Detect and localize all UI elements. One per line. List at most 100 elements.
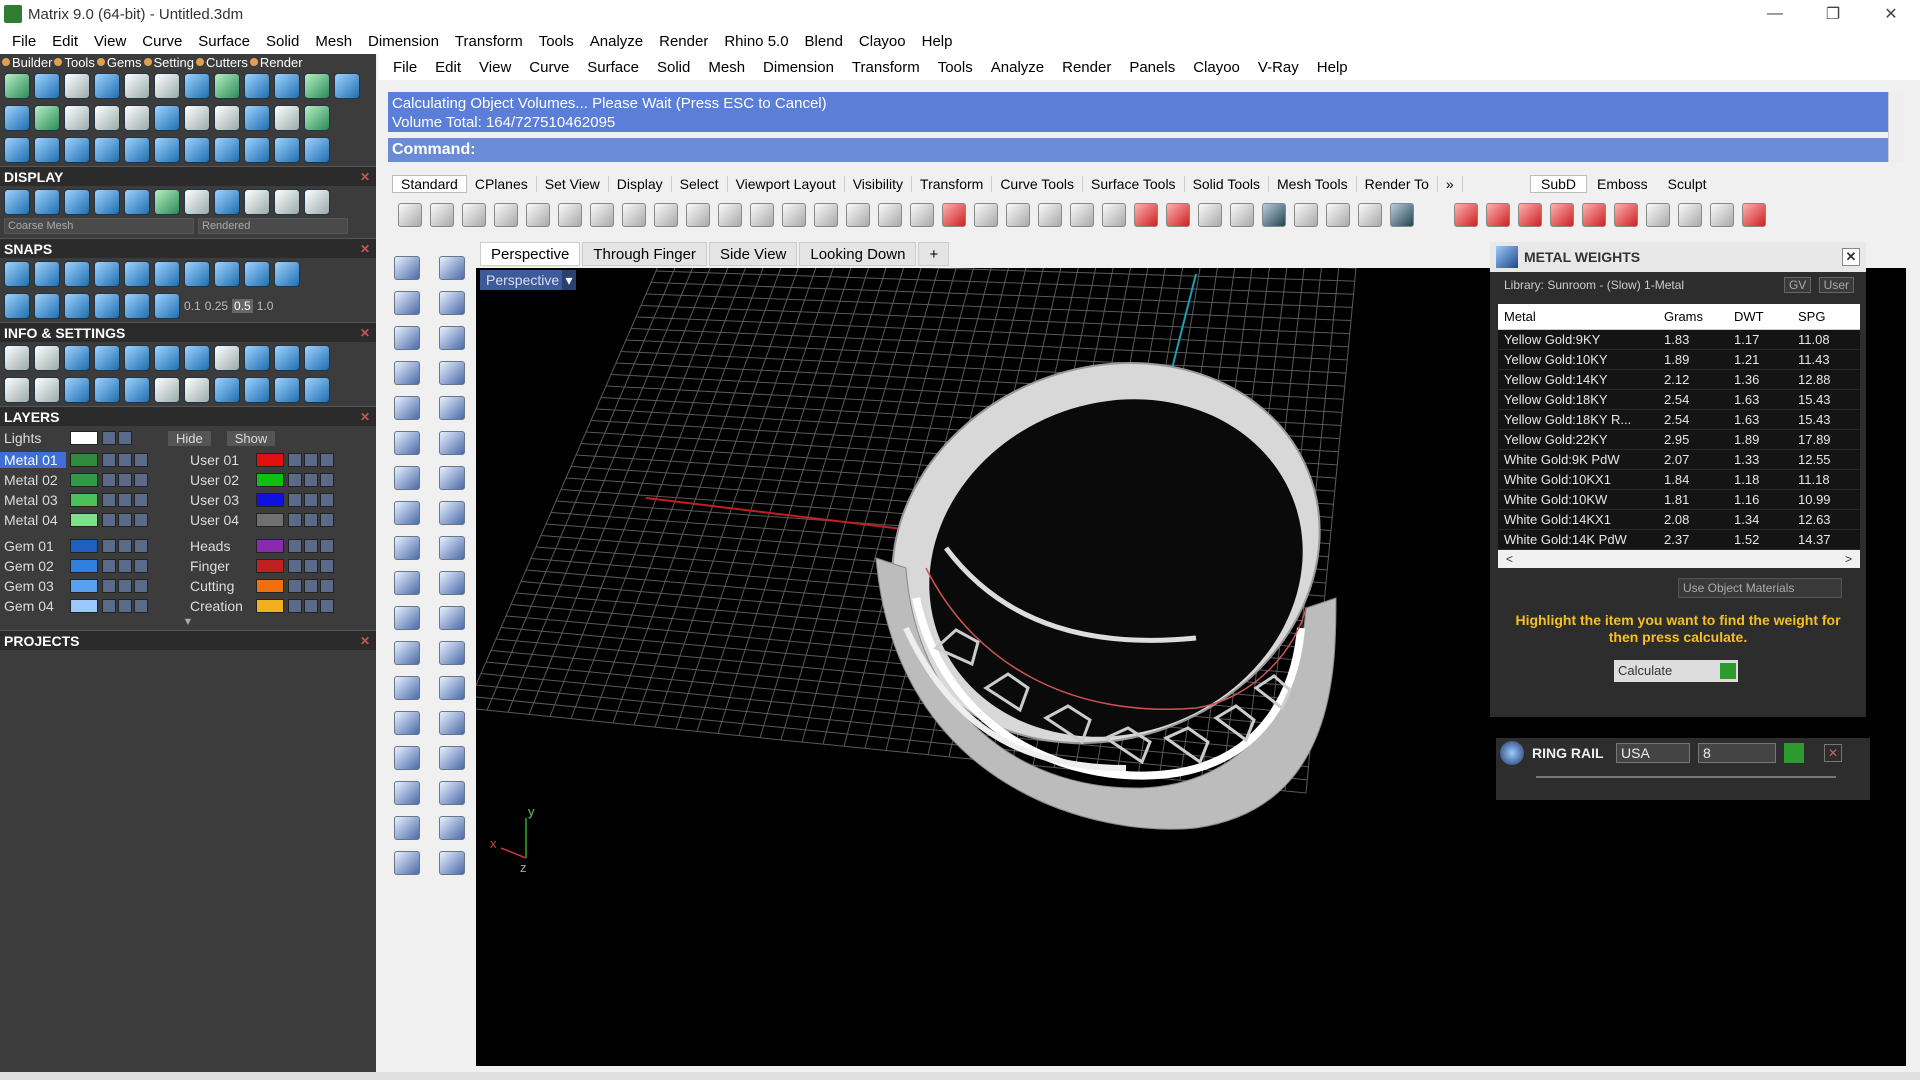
print-toggle-icon[interactable]	[320, 579, 334, 593]
layer-name[interactable]: User 04	[186, 512, 252, 528]
table-row[interactable]: Yellow Gold:22KY 2.95 1.89 17.89	[1498, 430, 1860, 450]
drop-tool-icon[interactable]	[274, 105, 300, 131]
tab-perspective[interactable]: Perspective	[480, 242, 581, 266]
add-viewport-tab[interactable]: +	[918, 242, 950, 266]
layer-row[interactable]: User 02	[186, 470, 372, 490]
table-row[interactable]: Yellow Gold:14KY 2.12 1.36 12.88	[1498, 370, 1860, 390]
cluster-tool-icon[interactable]	[334, 73, 360, 99]
ruler-icon[interactable]	[34, 377, 60, 403]
target-icon[interactable]	[1006, 203, 1030, 227]
center-snap-icon[interactable]	[154, 261, 180, 287]
tab-set-view[interactable]: Set View	[537, 176, 609, 192]
rhino-menu-view[interactable]: View	[470, 59, 520, 76]
blue-sphere-icon[interactable]	[214, 189, 240, 215]
notes-icon[interactable]	[124, 345, 150, 371]
rhino-menu-edit[interactable]: Edit	[426, 59, 470, 76]
layer-color-swatch[interactable]	[256, 579, 284, 593]
menu-tools[interactable]: Tools	[531, 33, 582, 50]
bg-icon[interactable]	[154, 189, 180, 215]
dimension-icon[interactable]	[438, 745, 465, 770]
layer-row[interactable]: User 03	[186, 490, 372, 510]
menu-file[interactable]: File	[4, 33, 44, 50]
bird-icon[interactable]	[974, 203, 998, 227]
rhino-menu-curve[interactable]: Curve	[520, 59, 578, 76]
grid-tool-icon[interactable]	[154, 73, 180, 99]
menu-analyze[interactable]: Analyze	[582, 33, 651, 50]
lock-icon[interactable]	[288, 473, 302, 487]
layer-name[interactable]: Finger	[186, 558, 252, 574]
boolean-tool-icon[interactable]	[244, 137, 270, 163]
subd-settings-icon[interactable]	[1646, 203, 1670, 227]
print-icon[interactable]	[244, 345, 270, 371]
rhino-menu-vray[interactable]: V-Ray	[1249, 59, 1308, 76]
circle-tool-icon[interactable]	[304, 137, 330, 163]
bead-tool-icon[interactable]	[4, 105, 30, 131]
visibility-icon[interactable]	[118, 579, 132, 593]
rhino-menu-panels[interactable]: Panels	[1120, 59, 1184, 76]
silver-sphere-icon[interactable]	[274, 189, 300, 215]
edit-icon[interactable]	[154, 345, 180, 371]
flower-tool-icon[interactable]	[64, 105, 90, 131]
rhino-menu-mesh[interactable]: Mesh	[699, 59, 754, 76]
lock-icon[interactable]	[102, 493, 116, 507]
rhino-menu-tools[interactable]: Tools	[929, 59, 982, 76]
layer-name[interactable]: Gem 03	[0, 578, 66, 594]
layer-name[interactable]: Gem 02	[0, 558, 66, 574]
table-row[interactable]: White Gold:9K PdW 2.07 1.33 12.55	[1498, 450, 1860, 470]
circle-icon[interactable]	[393, 325, 420, 350]
print-toggle-icon[interactable]	[320, 473, 334, 487]
pattern-tool-icon[interactable]	[154, 105, 180, 131]
ring-tool-icon[interactable]	[34, 73, 60, 99]
arrow-tool-icon[interactable]	[94, 73, 120, 99]
lock-icon[interactable]	[288, 539, 302, 553]
visibility-icon[interactable]	[118, 473, 132, 487]
tab-solid-tools[interactable]: Solid Tools	[1185, 176, 1270, 192]
bulb-icon[interactable]	[1070, 203, 1094, 227]
tan-snap-icon[interactable]	[214, 261, 240, 287]
tab-setting[interactable]: Setting	[144, 55, 194, 70]
box-icon[interactable]	[393, 745, 420, 770]
col-grams[interactable]: Grams	[1658, 309, 1728, 324]
color-wheel-icon[interactable]	[1166, 203, 1190, 227]
tab-display[interactable]: Display	[609, 176, 672, 192]
rectangle-icon[interactable]	[438, 360, 465, 385]
shell-icon[interactable]	[393, 605, 420, 630]
print-toggle-icon[interactable]	[134, 559, 148, 573]
table-row[interactable]: Yellow Gold:9KY 1.83 1.17 11.08	[1498, 330, 1860, 350]
print-toggle-icon[interactable]	[134, 493, 148, 507]
tab-render[interactable]: Render	[250, 55, 303, 70]
corner-tool-icon[interactable]	[154, 137, 180, 163]
duplicate-icon[interactable]	[590, 203, 614, 227]
layers-icon[interactable]	[64, 345, 90, 371]
layer-name[interactable]: Heads	[186, 538, 252, 554]
ortho-snap-icon[interactable]	[274, 261, 300, 287]
boolean-union-icon[interactable]	[438, 465, 465, 490]
table-row[interactable]: Yellow Gold:18KY 2.54 1.63 15.43	[1498, 390, 1860, 410]
tab-tools[interactable]: Tools	[54, 55, 94, 70]
table-icon[interactable]	[4, 377, 30, 403]
menu-view[interactable]: View	[86, 33, 134, 50]
play-icon[interactable]	[1784, 743, 1804, 763]
visibility-icon[interactable]	[304, 539, 318, 553]
close-button[interactable]: ✕	[1862, 0, 1920, 28]
layer-row[interactable]: Gem 02	[0, 556, 186, 576]
zoom-window-icon[interactable]	[782, 203, 806, 227]
menu-dimension[interactable]: Dimension	[360, 33, 447, 50]
sphere-tool-icon[interactable]	[304, 73, 330, 99]
ring-size-region-select[interactable]: USA	[1616, 743, 1690, 763]
lock-icon[interactable]	[288, 453, 302, 467]
table-horizontal-scrollbar[interactable]: < >	[1498, 550, 1860, 568]
lock-icon[interactable]	[102, 431, 116, 445]
bulb-icon[interactable]	[118, 431, 132, 445]
paste-icon[interactable]	[622, 203, 646, 227]
lock-icon[interactable]	[102, 473, 116, 487]
close-icon[interactable]: ✕	[360, 410, 370, 424]
cube-icon[interactable]	[64, 377, 90, 403]
layer-color-swatch[interactable]	[70, 599, 98, 613]
display-section-header[interactable]: DISPLAY ✕	[0, 166, 376, 186]
layer-color-swatch[interactable]	[256, 453, 284, 467]
layer-row[interactable]: User 04	[186, 510, 372, 530]
layer-row[interactable]: Gem 03	[0, 576, 186, 596]
layer-row[interactable]: Creation	[186, 596, 372, 616]
curve-tool-icon[interactable]	[214, 73, 240, 99]
